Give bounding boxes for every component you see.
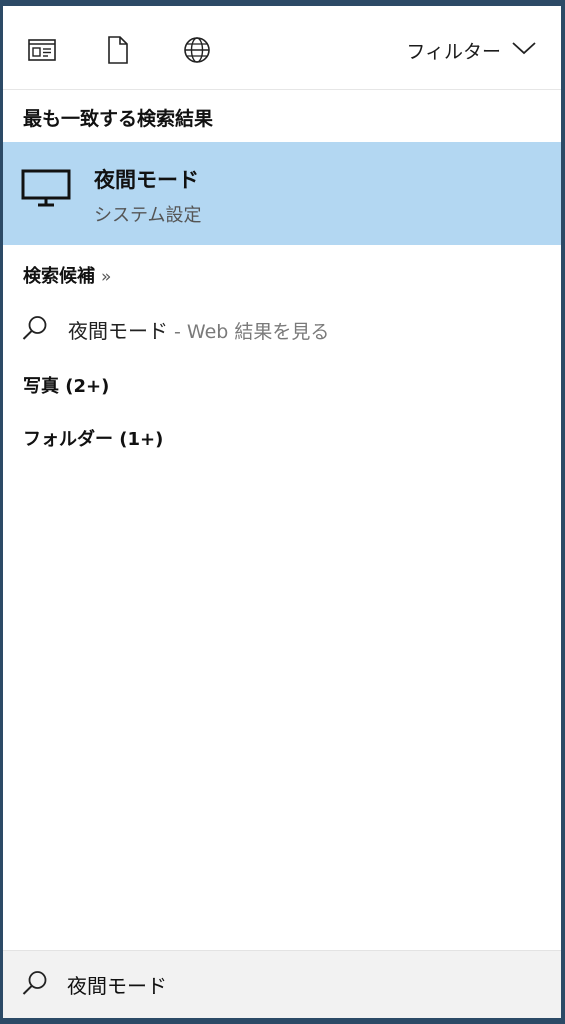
suggestions-heading-label: 検索候補	[23, 266, 95, 287]
double-chevron-icon: »	[101, 267, 112, 287]
best-match-title: 夜間モード	[94, 168, 199, 192]
search-icon	[21, 314, 49, 346]
category-folders[interactable]: フォルダー (1+)	[23, 425, 163, 451]
web-results-hint: - Web 結果を見る	[168, 321, 330, 343]
category-photos[interactable]: 写真 (2+)	[23, 372, 109, 398]
apps-icon[interactable]	[25, 33, 59, 67]
web-query-text: 夜間モード	[68, 319, 168, 343]
search-panel: フィルター 最も一致する検索結果 夜間モード システム設定 検索候補 » 夜間モー…	[3, 6, 561, 1018]
filter-label: フィルター	[406, 40, 501, 63]
suggestions-heading[interactable]: 検索候補 »	[23, 262, 111, 288]
filter-dropdown[interactable]: フィルター	[406, 34, 537, 66]
search-icon	[21, 969, 49, 1001]
best-match-result[interactable]: 夜間モード システム設定	[3, 142, 561, 245]
best-match-heading: 最も一致する検索結果	[23, 108, 214, 130]
web-search-suggestion[interactable]: 夜間モード - Web 結果を見る	[3, 304, 561, 352]
monitor-icon	[21, 169, 71, 213]
best-match-subtitle: システム設定	[94, 205, 202, 226]
document-icon[interactable]	[101, 33, 135, 67]
search-input[interactable]	[65, 965, 539, 1003]
search-box	[3, 950, 561, 1018]
search-toolbar: フィルター	[3, 6, 561, 90]
web-globe-icon[interactable]	[180, 33, 214, 67]
chevron-down-icon	[511, 39, 537, 61]
